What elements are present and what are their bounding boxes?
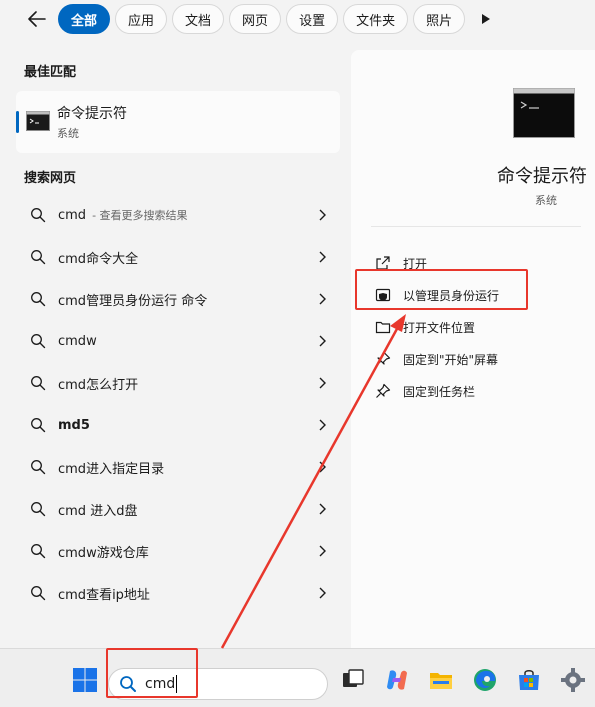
- search-icon: [31, 460, 46, 475]
- web-result-item[interactable]: cmd查看ip地址: [16, 573, 340, 613]
- filter-chip-folders[interactable]: 文件夹: [343, 4, 409, 34]
- text-caret: [176, 675, 178, 693]
- search-icon: [31, 250, 46, 265]
- file-explorer-icon[interactable]: [428, 667, 454, 693]
- preview-pane: 命令提示符 系统 打开 以管理员身份运行 打开文件位置 固定到"开始"屏幕 固定…: [351, 50, 595, 648]
- action-label: 打开: [403, 256, 428, 271]
- filter-chip-photos[interactable]: 照片: [413, 4, 466, 34]
- preview-app-name: 命令提示符: [497, 166, 587, 187]
- divider: [371, 226, 581, 227]
- search-icon: [31, 586, 46, 601]
- taskbar: cmd: [0, 648, 595, 707]
- command-prompt-icon: [26, 111, 50, 131]
- web-result-item[interactable]: cmd怎么打开: [16, 363, 340, 403]
- shield-icon: [375, 288, 391, 302]
- web-result-text: cmd命令大全: [58, 251, 139, 267]
- command-prompt-large-icon: [513, 88, 575, 138]
- folder-icon: [375, 321, 391, 334]
- web-result-text: cmd怎么打开: [58, 377, 139, 393]
- web-result-item[interactable]: cmd 进入d盘: [16, 489, 340, 529]
- play-right-icon: [482, 14, 491, 24]
- open-external-icon: [376, 256, 390, 270]
- search-icon: [31, 208, 46, 223]
- windows-start-icon[interactable]: [72, 667, 98, 693]
- filter-chip-web[interactable]: 网页: [229, 4, 282, 34]
- pin-icon: [376, 351, 391, 366]
- web-result-item[interactable]: cmdw: [16, 321, 340, 361]
- chevron-right-icon: [319, 251, 326, 263]
- web-result-item[interactable]: cmd - 查看更多搜索结果: [16, 195, 340, 235]
- search-icon: [31, 376, 46, 391]
- action-label: 打开文件位置: [403, 320, 476, 335]
- web-result-item[interactable]: md5: [16, 405, 340, 445]
- chevron-right-icon: [319, 587, 326, 599]
- selection-indicator: [16, 111, 19, 133]
- web-result-text: cmd查看ip地址: [58, 587, 150, 603]
- edge-icon[interactable]: [472, 667, 498, 693]
- web-result-item[interactable]: cmd命令大全: [16, 237, 340, 277]
- action-pin-to-start[interactable]: 固定到"开始"屏幕: [375, 346, 575, 372]
- search-input[interactable]: cmd: [145, 676, 175, 692]
- search-icon: [31, 502, 46, 517]
- web-result-text: cmd管理员身份运行 命令: [58, 293, 208, 309]
- web-search-title: 搜索网页: [24, 171, 77, 186]
- arrow-left-icon: [28, 11, 46, 27]
- action-label: 固定到"开始"屏幕: [403, 352, 499, 367]
- web-result-text: cmd 进入d盘: [58, 503, 138, 519]
- search-icon: [120, 676, 136, 692]
- search-icon: [31, 334, 46, 349]
- filter-chip-settings[interactable]: 设置: [286, 4, 339, 34]
- action-pin-to-taskbar[interactable]: 固定到任务栏: [375, 378, 575, 404]
- best-match-type: 系统: [57, 127, 79, 140]
- chevron-right-icon: [319, 419, 326, 431]
- chevron-right-icon: [319, 293, 326, 305]
- web-result-item[interactable]: cmdw游戏仓库: [16, 531, 340, 571]
- chevron-right-icon: [319, 377, 326, 389]
- best-match-name: 命令提示符: [57, 106, 127, 122]
- best-match-item[interactable]: 命令提示符 系统: [16, 91, 340, 153]
- search-icon: [31, 418, 46, 433]
- action-open[interactable]: 打开: [375, 250, 575, 276]
- best-match-title: 最佳匹配: [24, 65, 77, 80]
- chevron-right-icon: [319, 503, 326, 515]
- preview-app-type: 系统: [535, 194, 557, 207]
- action-label: 以管理员身份运行: [403, 288, 500, 303]
- filter-bar: 全部 应用 文档 网页 设置 文件夹 照片: [0, 0, 595, 38]
- filter-chip-documents[interactable]: 文档: [172, 4, 225, 34]
- web-result-text: cmd: [58, 207, 87, 223]
- taskbar-search-box[interactable]: cmd: [108, 668, 328, 700]
- search-icon: [31, 544, 46, 559]
- filter-chip-apps[interactable]: 应用: [115, 4, 168, 34]
- more-filters-button[interactable]: [474, 4, 498, 34]
- search-icon: [31, 292, 46, 307]
- web-result-text: cmdw: [58, 333, 97, 349]
- web-result-text: cmdw游戏仓库: [58, 545, 149, 561]
- action-label: 固定到任务栏: [403, 384, 476, 399]
- chevron-right-icon: [319, 545, 326, 557]
- store-icon[interactable]: [516, 667, 542, 693]
- filter-chip-all[interactable]: 全部: [58, 4, 111, 34]
- pin-icon: [376, 383, 391, 398]
- copilot-icon[interactable]: [384, 667, 410, 693]
- back-button[interactable]: [22, 4, 52, 34]
- web-result-subtext: - 查看更多搜索结果: [92, 209, 188, 222]
- web-result-item[interactable]: cmd管理员身份运行 命令: [16, 279, 340, 319]
- chevron-right-icon: [319, 335, 326, 347]
- chevron-right-icon: [319, 461, 326, 473]
- task-view-icon[interactable]: [340, 667, 366, 693]
- web-result-item[interactable]: cmd进入指定目录: [16, 447, 340, 487]
- settings-icon[interactable]: [560, 667, 586, 693]
- action-open-file-location[interactable]: 打开文件位置: [375, 314, 575, 340]
- search-flyout: 全部 应用 文档 网页 设置 文件夹 照片 最佳匹配 命令提示符 系统 搜索网页…: [0, 0, 595, 648]
- web-result-text: cmd进入指定目录: [58, 461, 165, 477]
- web-result-text: md5: [58, 417, 90, 433]
- chevron-right-icon: [319, 209, 326, 221]
- action-run-as-admin[interactable]: 以管理员身份运行: [375, 282, 575, 308]
